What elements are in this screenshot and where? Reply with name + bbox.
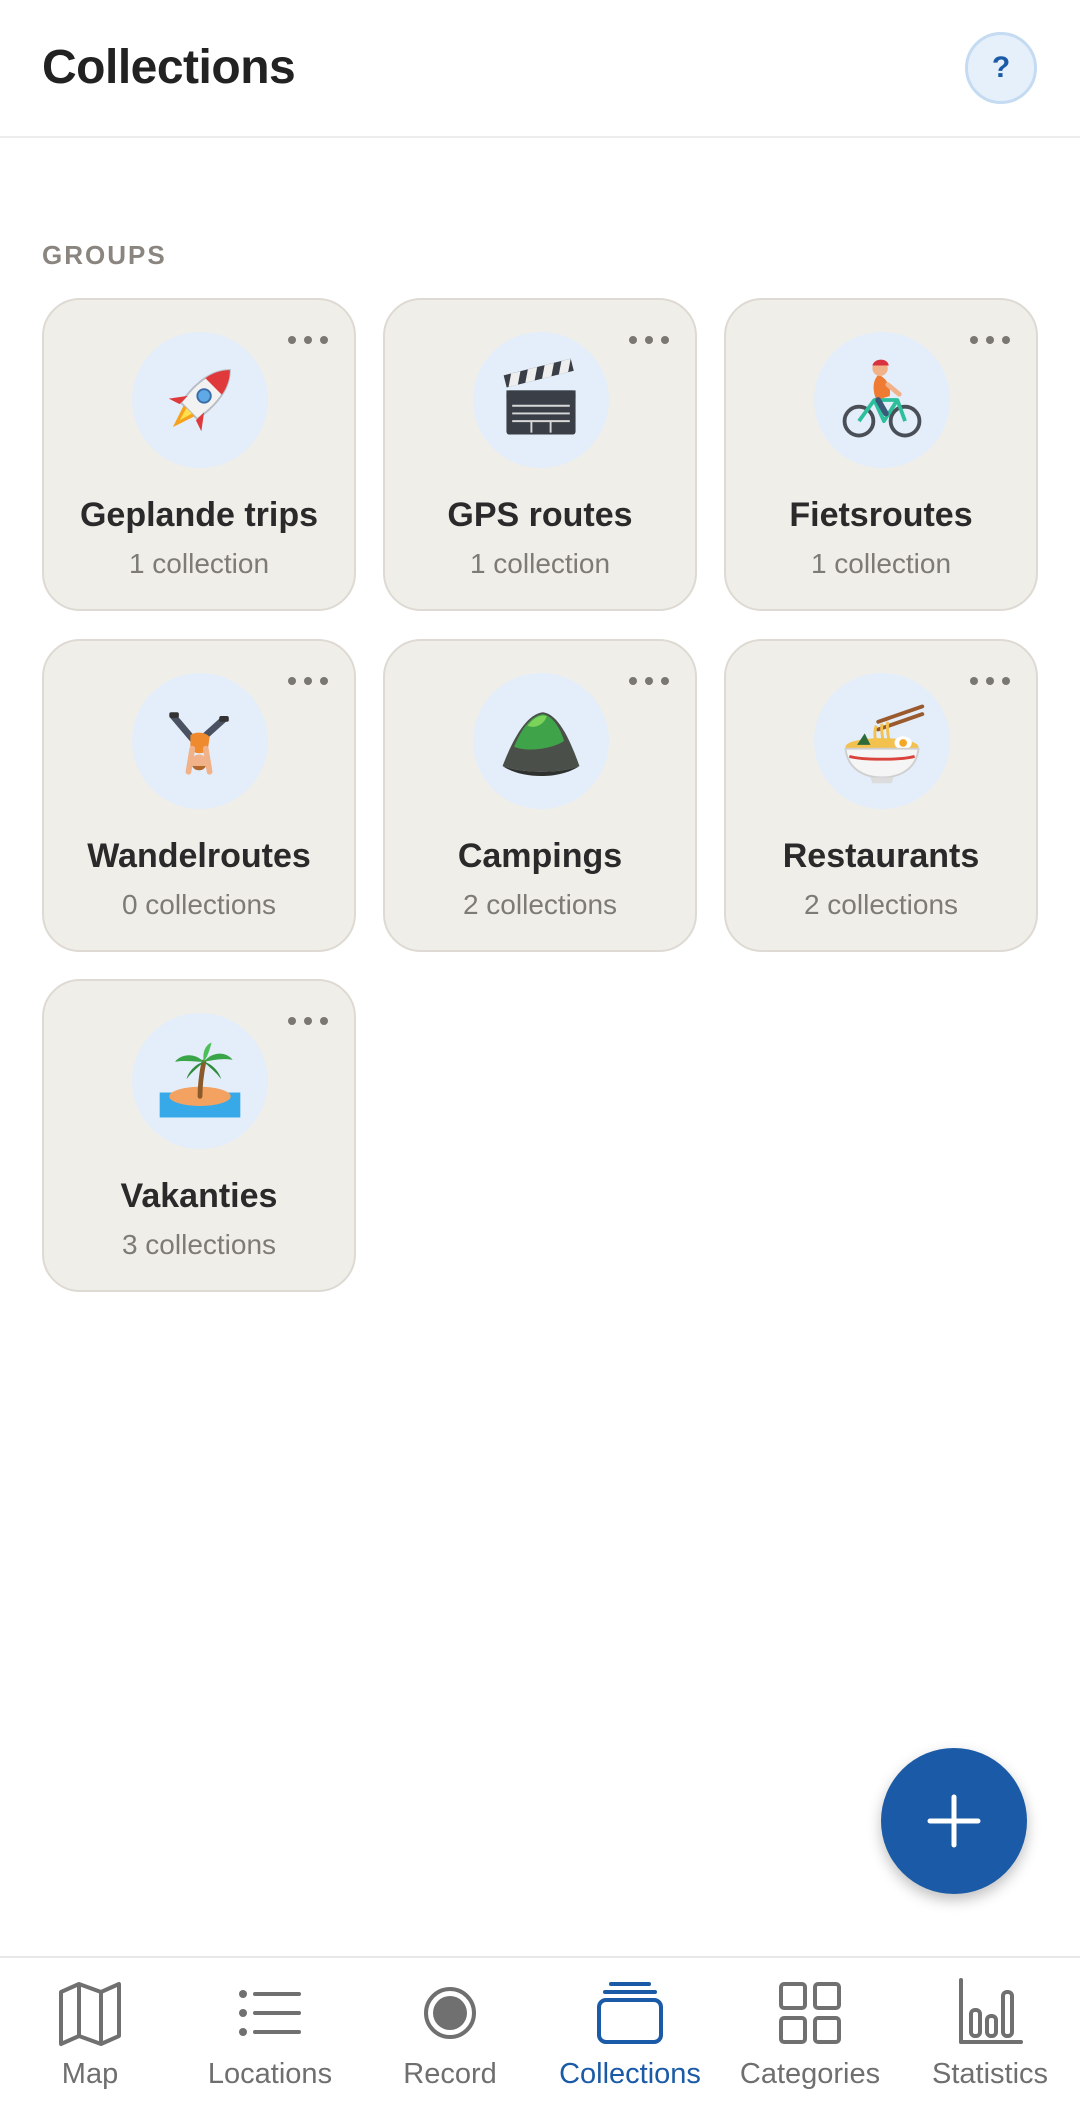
group-name: Wandelroutes: [87, 837, 311, 875]
grid-icon: [779, 1982, 841, 2044]
group-name: Geplande trips: [79, 496, 319, 534]
more-options-icon[interactable]: [970, 675, 1010, 687]
group-card-gps-routes[interactable]: GPS routes 1 collection: [383, 298, 697, 611]
more-options-icon[interactable]: [288, 675, 328, 687]
more-options-icon[interactable]: [288, 334, 328, 346]
group-card-campings[interactable]: Campings 2 collections: [383, 639, 697, 952]
group-card-wandelroutes[interactable]: Wandelroutes 0 collections: [42, 639, 356, 952]
group-card-fietsroutes[interactable]: Fietsroutes 1 collection: [724, 298, 1038, 611]
group-count: 1 collection: [128, 548, 270, 579]
nav-label: Locations: [207, 2058, 333, 2090]
add-group-button[interactable]: [881, 1748, 1027, 1894]
group-name: GPS routes: [447, 496, 633, 534]
more-options-icon[interactable]: [288, 1015, 328, 1027]
nav-label: Categories: [739, 2058, 881, 2090]
group-card-vakanties[interactable]: Vakanties 3 collections: [42, 979, 356, 1292]
group-card-restaurants[interactable]: Restaurants 2 collections: [724, 639, 1038, 952]
help-button[interactable]: ?: [965, 32, 1037, 104]
clapper-board-icon: [473, 332, 609, 468]
nav-item-statistics[interactable]: Statistics: [900, 1958, 1080, 2114]
group-count: 0 collections: [121, 889, 277, 920]
list-icon: [239, 1990, 301, 2036]
desert-island-icon: [132, 1013, 268, 1149]
more-options-icon[interactable]: [970, 334, 1010, 346]
group-count: 2 collections: [462, 889, 618, 920]
more-options-icon[interactable]: [629, 675, 669, 687]
nav-label: Map: [61, 2058, 119, 2090]
section-label-groups: GROUPS: [42, 240, 167, 270]
group-count: 3 collections: [121, 1229, 277, 1260]
mountain-icon: [473, 673, 609, 809]
group-card-geplande-trips[interactable]: Geplande trips 1 collection: [42, 298, 356, 611]
nav-item-locations[interactable]: Locations: [180, 1958, 360, 2114]
group-count: 1 collection: [469, 548, 611, 579]
nav-label: Collections: [559, 2058, 701, 2090]
noodle-bowl-icon: [814, 673, 950, 809]
group-name: Restaurants: [782, 837, 980, 875]
cyclist-icon: [814, 332, 950, 468]
nav-label: Statistics: [931, 2058, 1049, 2090]
nav-label: Record: [403, 2058, 497, 2090]
group-count: 1 collection: [810, 548, 952, 579]
rocket-icon: [132, 332, 268, 468]
group-count: 2 collections: [803, 889, 959, 920]
collections-icon: [597, 1982, 663, 2044]
nav-item-categories[interactable]: Categories: [720, 1958, 900, 2114]
page-title: Collections: [42, 41, 296, 94]
app-header: Collections ?: [0, 0, 1080, 138]
more-options-icon[interactable]: [629, 334, 669, 346]
cartwheel-person-icon: [132, 673, 268, 809]
plus-icon: [927, 1794, 981, 1848]
group-name: Campings: [457, 837, 623, 875]
map-icon: [59, 1982, 121, 2046]
bottom-navigation: Map Locations Record Collections Categor…: [0, 1956, 1080, 2114]
record-icon: [424, 1987, 476, 2039]
nav-item-map[interactable]: Map: [0, 1958, 180, 2114]
bar-chart-icon: [959, 1978, 1023, 2044]
nav-item-collections[interactable]: Collections: [540, 1958, 720, 2114]
group-name: Vakanties: [120, 1177, 278, 1215]
group-name: Fietsroutes: [789, 496, 973, 534]
nav-item-record[interactable]: Record: [360, 1958, 540, 2114]
